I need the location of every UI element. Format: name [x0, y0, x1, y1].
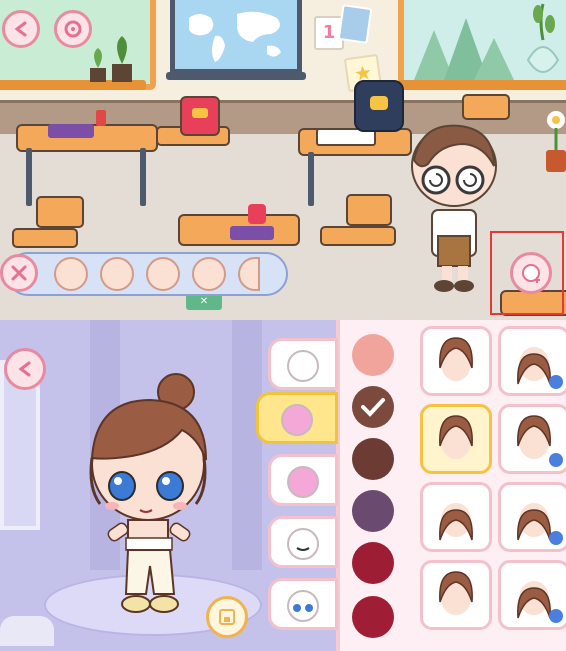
tap-highlight-box [490, 231, 564, 315]
chair [12, 228, 78, 248]
color-swatch[interactable] [352, 542, 394, 584]
expression-blush[interactable] [192, 257, 226, 291]
expression-dizzy[interactable] [146, 257, 180, 291]
window-trees-illustration [414, 18, 514, 80]
settings-button[interactable] [54, 10, 92, 48]
tab-hair-pigtails[interactable] [268, 454, 338, 506]
hairstyle-icon [439, 503, 473, 541]
back-arrow-icon [14, 21, 27, 37]
tab-face-shape[interactable] [268, 516, 338, 568]
hair-option-wavy-bob[interactable] [498, 404, 566, 474]
classroom-scene: 1 ★ ✕ [0, 0, 566, 320]
close-icon [11, 265, 27, 281]
color-swatch[interactable] [352, 596, 394, 638]
chair [462, 94, 510, 120]
chair [320, 226, 396, 246]
flower-pot-icon [546, 111, 566, 172]
hair-option-side-part-long[interactable] [498, 326, 566, 396]
back-button[interactable] [2, 10, 40, 48]
expression-heart-eyes[interactable] [100, 257, 134, 291]
video-unlock-icon [549, 375, 563, 389]
hair-option-curly-bob[interactable] [420, 560, 492, 630]
face-shape-icon [287, 528, 319, 560]
red-bag-icon [180, 96, 220, 136]
potted-plant-icon [90, 36, 132, 82]
character-editor [0, 320, 566, 651]
tab-eyes[interactable] [268, 578, 338, 630]
map-rail [166, 72, 306, 80]
hair-option-long-straight[interactable] [420, 482, 492, 552]
hair-top-icon [281, 404, 313, 436]
video-unlock-icon [549, 609, 563, 623]
color-swatch[interactable] [352, 438, 394, 480]
color-swatch[interactable] [352, 334, 394, 376]
video-unlock-icon [549, 453, 563, 467]
hair-option-wavy-long[interactable] [498, 482, 566, 552]
hairstyle-icon [439, 337, 473, 381]
hair-pigtails-icon [287, 466, 319, 498]
purple-book-icon [48, 124, 94, 138]
color-swatch[interactable] [352, 490, 394, 532]
hairstyle-icon [439, 415, 473, 459]
close-strip-button[interactable] [0, 254, 38, 292]
color-swatch[interactable] [352, 386, 394, 428]
purple-book-icon [230, 226, 274, 240]
world-map-poster [170, 0, 302, 74]
desk-leg [308, 152, 314, 206]
editor-back-button[interactable] [4, 348, 46, 390]
save-button[interactable] [206, 596, 248, 638]
girl-character [89, 373, 207, 613]
pink-bag-icon [248, 204, 266, 224]
face-base-icon [287, 350, 319, 382]
cushion [0, 616, 54, 646]
hairstyle-icon [439, 571, 473, 615]
save-icon [219, 609, 235, 625]
hair-option-side-swept[interactable] [420, 404, 492, 474]
vase-plant-icon [526, 3, 560, 73]
chair [346, 194, 392, 226]
checkmark-icon [361, 398, 385, 417]
world-map-icon [189, 11, 281, 62]
expression-sleepy[interactable] [54, 257, 88, 291]
dinosaur-card [337, 4, 373, 44]
desk-leg [26, 148, 32, 206]
hair-option-curly-long[interactable] [498, 560, 566, 630]
back-arrow-icon [18, 361, 31, 377]
gear-icon [64, 20, 82, 38]
hair-option-short-bob[interactable] [420, 326, 492, 396]
desk-leg [140, 148, 146, 206]
room-pillar [232, 320, 262, 570]
chair [36, 196, 84, 228]
eyes-icon [287, 590, 319, 622]
tab-face-base[interactable] [268, 338, 338, 390]
supply-box: ✕ [186, 294, 222, 310]
tab-hair-top[interactable] [256, 392, 338, 444]
soda-can-icon [96, 110, 106, 126]
video-unlock-icon [549, 531, 563, 545]
